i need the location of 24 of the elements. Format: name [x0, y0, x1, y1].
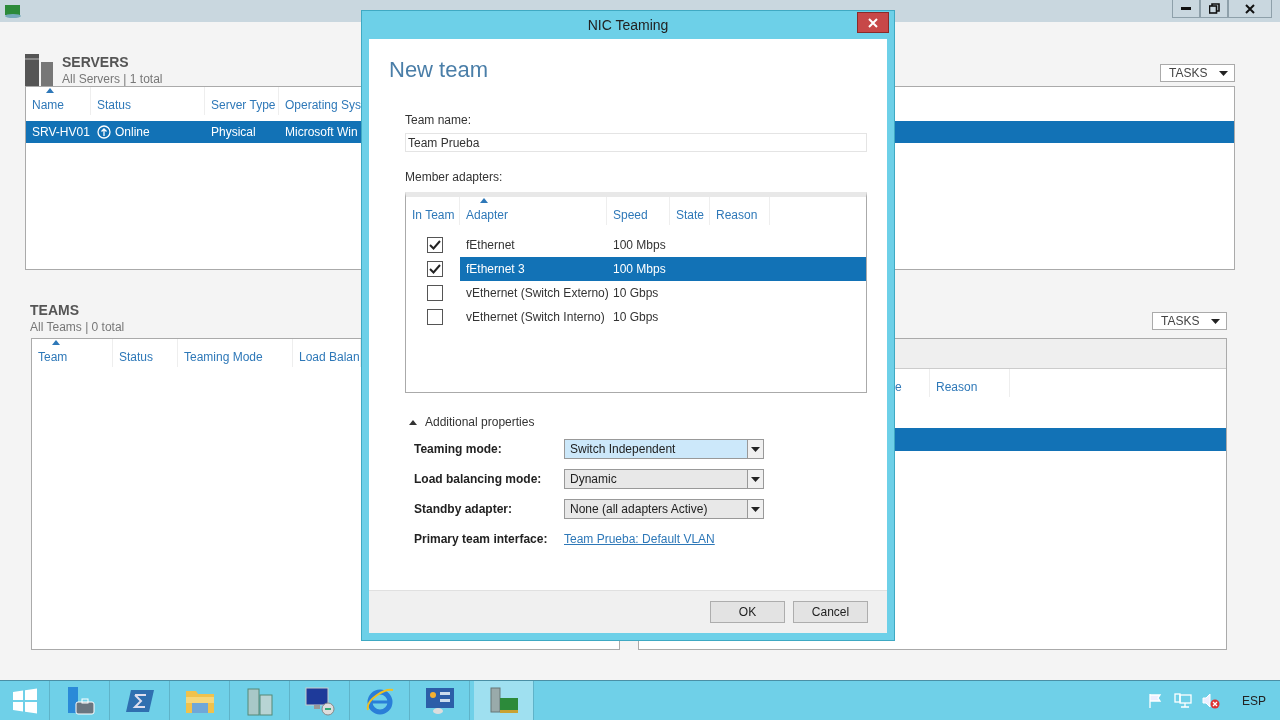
table-cell-text: vEthernet (Switch Interno) — [465, 310, 606, 324]
table-cell-text: 100 Mbps — [612, 238, 667, 252]
table-cell: Online — [91, 125, 205, 139]
table-cell-text: SRV-HV01 — [31, 125, 91, 139]
property-label: Load balancing mode: — [414, 472, 543, 486]
table-cell-text: fEthernet — [465, 238, 516, 252]
section-subtitle: All Servers | 1 total — [62, 72, 163, 86]
section-subtitle: All Teams | 0 total — [30, 320, 125, 334]
table-cell-text: 10 Gbps — [612, 310, 660, 324]
field-label: Team name: — [405, 113, 473, 127]
table-cell-text: 10 Gbps — [612, 286, 660, 300]
property-label: Primary team interface: — [414, 532, 549, 546]
property-label: Teaming mode: — [414, 442, 503, 456]
table-cell-text: fEthernet 3 — [465, 262, 526, 276]
table-cell-text: Physical — [210, 125, 257, 139]
property-label: Standby adapter: — [414, 502, 513, 516]
field-label: Member adapters: — [405, 170, 504, 184]
dialog-heading: New team — [389, 57, 490, 83]
section-title: TEAMS — [30, 302, 80, 318]
table-cell-text: vEthernet (Switch Externo) — [465, 286, 607, 300]
table-cell-text: Microsoft Win — [284, 125, 359, 139]
table-cell-text: 100 Mbps — [612, 262, 667, 276]
section-title: SERVERS — [62, 54, 130, 70]
dialog-title: NIC Teaming — [587, 17, 669, 33]
